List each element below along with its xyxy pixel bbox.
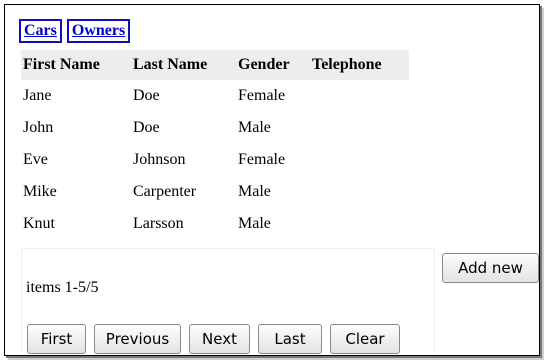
column-header-last-name[interactable]: Last Name	[131, 50, 236, 80]
cell-last-name: Johnson	[133, 151, 186, 168]
first-page-button[interactable]: First	[27, 324, 86, 354]
cell-first-name: Eve	[23, 151, 48, 168]
cell-telephone	[310, 80, 409, 112]
cell-gender: Female	[238, 151, 286, 168]
cell-first-name: John	[23, 119, 54, 136]
table-header-row: First Name Last Name Gender Telephone	[21, 50, 409, 80]
clear-button[interactable]: Clear	[330, 324, 400, 354]
items-count-label: items 1-5/5	[26, 279, 99, 296]
tab-bar: Cars Owners	[19, 19, 131, 43]
table-row[interactable]: John Doe Male	[21, 112, 409, 144]
column-header-telephone[interactable]: Telephone	[310, 50, 409, 80]
tab-cars[interactable]: Cars	[19, 19, 62, 43]
add-new-button[interactable]: Add new	[442, 253, 539, 283]
table-row[interactable]: Mike Carpenter Male	[21, 176, 409, 208]
cell-first-name: Knut	[23, 215, 55, 232]
cell-telephone	[310, 176, 409, 208]
owners-table: First Name Last Name Gender Telephone Ja…	[21, 50, 409, 240]
column-header-first-name[interactable]: First Name	[21, 50, 131, 80]
cell-gender: Male	[238, 119, 271, 136]
tab-owners[interactable]: Owners	[66, 19, 131, 43]
cell-telephone	[310, 112, 409, 144]
cell-last-name: Doe	[133, 87, 160, 104]
cell-first-name: Jane	[23, 87, 52, 104]
table-row[interactable]: Eve Johnson Female	[21, 144, 409, 176]
table-row[interactable]: Knut Larsson Male	[21, 208, 409, 240]
cell-telephone	[310, 208, 409, 240]
cell-last-name: Carpenter	[133, 183, 197, 200]
previous-page-button[interactable]: Previous	[94, 324, 181, 354]
table-row[interactable]: Jane Doe Female	[21, 80, 409, 112]
cell-gender: Male	[238, 183, 271, 200]
cell-gender: Female	[238, 87, 286, 104]
cell-last-name: Larsson	[133, 215, 184, 232]
pager-panel: items 1-5/5 First Previous Next Last Cle…	[21, 248, 435, 355]
cell-telephone	[310, 144, 409, 176]
pager-buttons: First Previous Next Last Clear	[27, 324, 400, 354]
column-header-gender[interactable]: Gender	[236, 50, 310, 80]
cell-gender: Male	[238, 215, 271, 232]
app-window: Cars Owners First Name Last Name Gender …	[4, 4, 540, 356]
cell-first-name: Mike	[23, 183, 57, 200]
cell-last-name: Doe	[133, 119, 160, 136]
last-page-button[interactable]: Last	[258, 324, 322, 354]
next-page-button[interactable]: Next	[189, 324, 250, 354]
